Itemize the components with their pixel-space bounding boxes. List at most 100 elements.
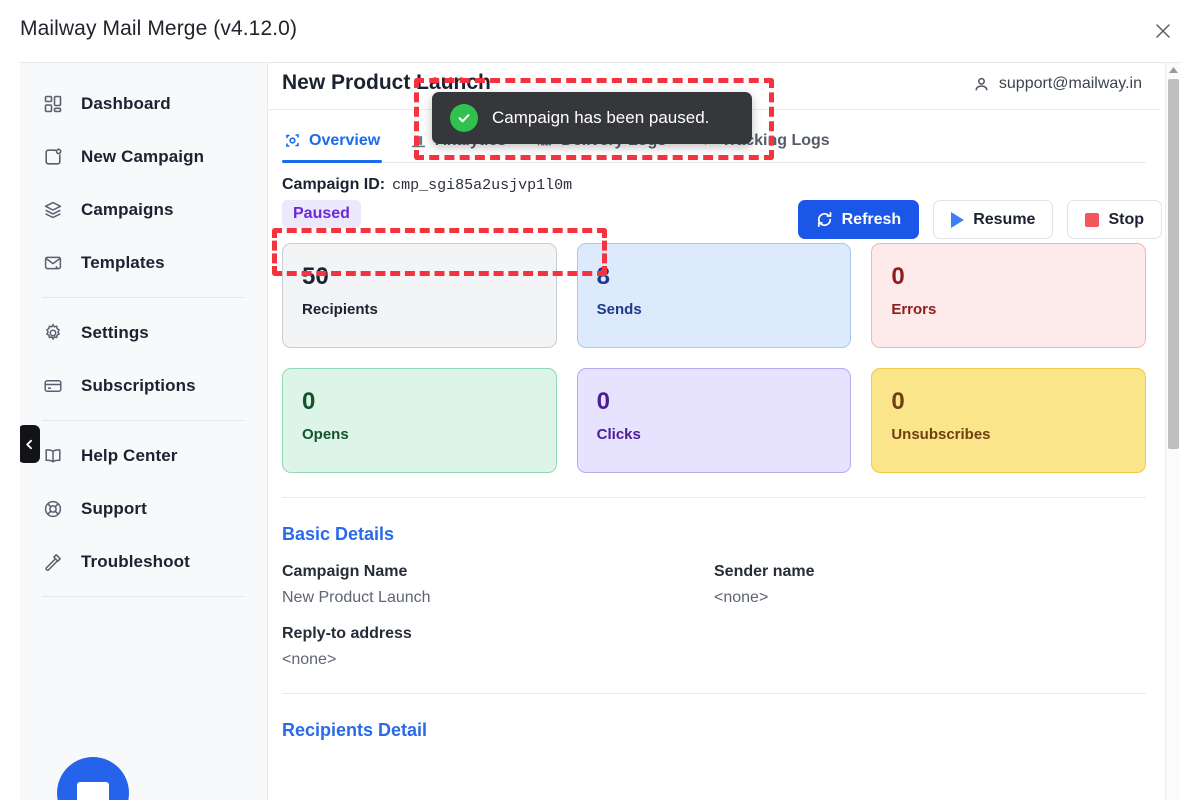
button-label: Refresh xyxy=(842,211,902,229)
section-title: Recipients Detail xyxy=(282,720,1146,741)
stat-card-sends: 8 Sends xyxy=(577,243,852,348)
field-value: <none> xyxy=(282,651,714,669)
field-label: Campaign Name xyxy=(282,563,714,581)
sidebar-item-campaigns[interactable]: Campaigns xyxy=(20,183,267,236)
campaign-action-buttons: Refresh Resume Stop xyxy=(798,200,1162,239)
gear-icon xyxy=(42,322,64,344)
user-account[interactable]: support@mailway.in xyxy=(973,75,1142,93)
tab-overview[interactable]: Overview xyxy=(282,119,382,162)
button-label: Stop xyxy=(1108,211,1144,229)
close-icon[interactable] xyxy=(1152,20,1174,42)
stop-icon xyxy=(1085,213,1099,227)
stat-label: Errors xyxy=(891,301,1126,318)
sidebar-item-label: Dashboard xyxy=(81,94,171,114)
sidebar-item-subscriptions[interactable]: Subscriptions xyxy=(20,359,267,412)
recipients-detail-section: Recipients Detail xyxy=(282,720,1146,741)
section-title: Basic Details xyxy=(282,524,1146,545)
resume-button[interactable]: Resume xyxy=(933,200,1053,239)
person-icon xyxy=(973,76,990,93)
sidebar-item-label: Troubleshoot xyxy=(81,552,190,572)
overview-target-icon xyxy=(284,132,301,149)
credit-card-icon xyxy=(42,375,64,397)
stat-label: Clicks xyxy=(597,426,832,443)
sidebar-item-label: Settings xyxy=(81,323,149,343)
stat-label: Opens xyxy=(302,426,537,443)
chevron-left-icon xyxy=(24,439,35,450)
sidebar-item-help-center[interactable]: Help Center xyxy=(20,429,267,482)
sidebar-item-label: Templates xyxy=(81,253,165,273)
field-campaign-name: Campaign Name New Product Launch xyxy=(282,563,714,607)
play-icon xyxy=(951,212,964,228)
sidebar-item-label: Subscriptions xyxy=(81,376,196,396)
sidebar-item-label: Help Center xyxy=(81,446,178,466)
app-window: Mailway Mail Merge (v4.12.0) Dashboard xyxy=(0,0,1200,800)
refresh-icon xyxy=(816,211,833,228)
layers-icon xyxy=(42,199,64,221)
vertical-scrollbar[interactable] xyxy=(1165,63,1180,800)
stat-value: 8 xyxy=(597,262,832,292)
stat-card-clicks: 0 Clicks xyxy=(577,368,852,473)
section-divider xyxy=(282,497,1146,498)
sidebar-item-settings[interactable]: Settings xyxy=(20,306,267,359)
sidebar: Dashboard New Campaign xyxy=(20,63,268,800)
status-badge: Paused xyxy=(282,200,361,228)
sidebar-item-new-campaign[interactable]: New Campaign xyxy=(20,130,267,183)
scroll-up-arrow-icon[interactable] xyxy=(1166,63,1180,78)
stat-label: Unsubscribes xyxy=(891,426,1126,443)
bar-chart-icon xyxy=(410,132,427,149)
toast-notification: Campaign has been paused. xyxy=(432,92,752,144)
app-body: Dashboard New Campaign xyxy=(20,62,1180,800)
main-content: New Product Launch support@mailway.in xyxy=(268,63,1180,800)
scrollbar-thumb[interactable] xyxy=(1168,79,1179,449)
stat-card-opens: 0 Opens xyxy=(282,368,557,473)
sidebar-item-support[interactable]: Support xyxy=(20,482,267,535)
field-sender-name: Sender name <none> xyxy=(714,563,1146,607)
stat-cards: 50 Recipients 8 Sends 0 Errors 0 Opens xyxy=(282,243,1146,473)
basic-details-grid: Campaign Name New Product Launch Sender … xyxy=(282,563,1146,669)
tab-label: Overview xyxy=(309,132,380,150)
refresh-button[interactable]: Refresh xyxy=(798,200,920,239)
chat-support-button[interactable] xyxy=(57,757,129,800)
field-label: Sender name xyxy=(714,563,1146,581)
stat-label: Sends xyxy=(597,301,832,318)
mail-code-icon xyxy=(42,252,64,274)
new-campaign-icon xyxy=(42,146,64,168)
sidebar-divider xyxy=(42,596,245,597)
stat-value: 0 xyxy=(891,262,1126,292)
user-email: support@mailway.in xyxy=(999,75,1142,93)
dashboard-grid-icon xyxy=(42,93,64,115)
sidebar-item-templates[interactable]: Templates xyxy=(20,236,267,289)
field-value: New Product Launch xyxy=(282,589,714,607)
check-circle-icon xyxy=(450,104,478,132)
stat-value: 50 xyxy=(302,262,537,292)
button-label: Resume xyxy=(973,211,1035,229)
stat-value: 0 xyxy=(891,387,1126,417)
toast-message: Campaign has been paused. xyxy=(492,108,709,128)
window-title: Mailway Mail Merge (v4.12.0) xyxy=(20,17,297,41)
stat-value: 0 xyxy=(302,387,537,417)
field-label: Reply-to address xyxy=(282,625,714,643)
sidebar-item-label: Campaigns xyxy=(81,200,174,220)
sidebar-collapse-button[interactable] xyxy=(20,425,40,463)
stat-card-errors: 0 Errors xyxy=(871,243,1146,348)
chat-bubble-icon xyxy=(77,782,109,800)
stop-button[interactable]: Stop xyxy=(1067,200,1162,239)
field-value: <none> xyxy=(714,589,1146,607)
title-bar: Mailway Mail Merge (v4.12.0) xyxy=(0,0,1200,58)
sidebar-item-dashboard[interactable]: Dashboard xyxy=(20,77,267,130)
sidebar-item-troubleshoot[interactable]: Troubleshoot xyxy=(20,535,267,588)
field-reply-to: Reply-to address <none> xyxy=(282,625,714,669)
stat-label: Recipients xyxy=(302,301,537,318)
campaign-id-label: Campaign ID: xyxy=(282,176,385,194)
hammer-icon xyxy=(42,551,64,573)
stat-card-unsubscribes: 0 Unsubscribes xyxy=(871,368,1146,473)
lifebuoy-icon xyxy=(42,498,64,520)
section-divider xyxy=(282,693,1146,694)
sidebar-item-label: Support xyxy=(81,499,147,519)
campaign-id-row: Campaign ID: cmp_sgi85a2usjvp1l0m xyxy=(282,176,1146,194)
campaign-id-value[interactable]: cmp_sgi85a2usjvp1l0m xyxy=(392,177,572,194)
book-icon xyxy=(42,445,64,467)
sidebar-item-label: New Campaign xyxy=(81,147,204,167)
basic-details-section: Basic Details Campaign Name New Product … xyxy=(282,524,1146,669)
field-spacer xyxy=(714,625,1146,669)
